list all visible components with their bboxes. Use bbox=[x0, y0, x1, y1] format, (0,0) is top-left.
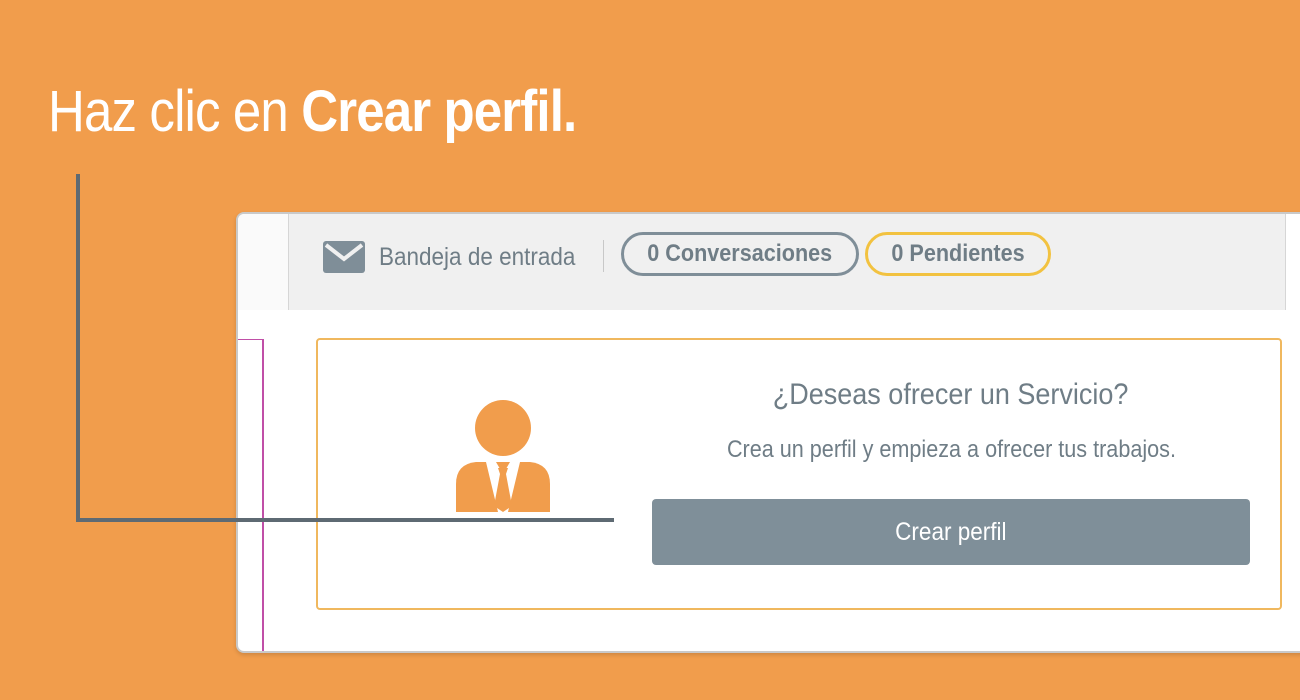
instruction-heading: Haz clic en Crear perfil. bbox=[48, 78, 577, 145]
sidebar-border-top bbox=[238, 339, 264, 340]
instruction-prefix: Haz clic en bbox=[48, 79, 302, 144]
conversations-badge[interactable]: 0 Conversaciones bbox=[621, 232, 859, 276]
pointer-line-horizontal bbox=[76, 518, 614, 522]
card-subtitle: Crea un perfil y empieza a ofrecer tus t… bbox=[618, 436, 1284, 464]
app-window: Bandeja de entrada 0 Conversaciones 0 Pe… bbox=[236, 212, 1300, 653]
left-strip bbox=[238, 214, 288, 310]
instruction-emphasis: Crear perfil. bbox=[301, 79, 577, 144]
pending-badge[interactable]: 0 Pendientes bbox=[865, 232, 1051, 276]
sidebar-border bbox=[262, 340, 264, 651]
card-title-text: ¿Deseas ofrecer un Servicio? bbox=[773, 378, 1129, 411]
create-profile-label: Crear perfil bbox=[895, 517, 1007, 546]
inbox-link[interactable]: Bandeja de entrada bbox=[323, 233, 597, 281]
inbox-label: Bandeja de entrada bbox=[379, 242, 576, 271]
pending-label: 0 Pendientes bbox=[891, 240, 1025, 267]
card-title: ¿Deseas ofrecer un Servicio? bbox=[618, 378, 1284, 412]
conversations-label: 0 Conversaciones bbox=[647, 240, 833, 267]
inbox-toolbar: Bandeja de entrada 0 Conversaciones 0 Pe… bbox=[288, 214, 1286, 310]
create-profile-button[interactable]: Crear perfil bbox=[652, 499, 1250, 565]
offer-service-card: ¿Deseas ofrecer un Servicio? Crea un per… bbox=[316, 338, 1282, 610]
envelope-icon bbox=[323, 241, 365, 273]
pointer-line-vertical bbox=[76, 174, 80, 522]
card-subtitle-text: Crea un perfil y empieza a ofrecer tus t… bbox=[726, 436, 1176, 463]
toolbar-divider bbox=[603, 240, 604, 272]
businessman-avatar-icon bbox=[456, 400, 550, 512]
